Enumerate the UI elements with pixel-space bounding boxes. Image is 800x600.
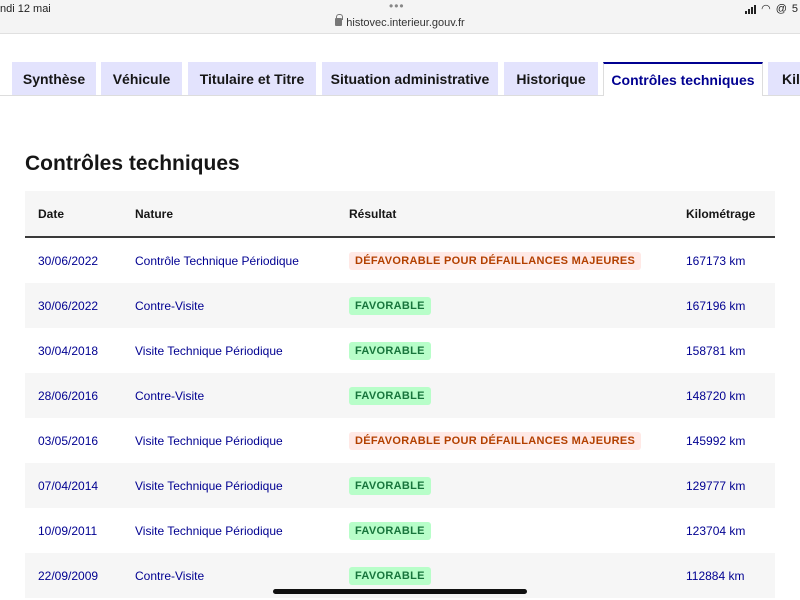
- tab-controles-techniques[interactable]: Contrôles techniques: [603, 62, 763, 96]
- status-bar: ndi 12 mai ••• histovec.interieur.gouv.f…: [0, 0, 800, 34]
- row-date: 03/05/2016: [38, 433, 99, 448]
- row-nature: Contre-Visite: [135, 388, 205, 403]
- row-km: 148720 km: [686, 388, 746, 403]
- status-badge: FAVORABLE: [349, 386, 431, 405]
- row-nature: Contrôle Technique Périodique: [135, 253, 299, 268]
- address-url: histovec.interieur.gouv.fr: [346, 17, 465, 29]
- tab-situation-administrative[interactable]: Situation administrative: [322, 62, 498, 95]
- home-indicator[interactable]: [273, 589, 527, 594]
- header-km: Kilométrage: [686, 206, 756, 221]
- table-row: 03/05/2016 Visite Technique Périodique D…: [25, 418, 775, 463]
- row-result: FAVORABLE: [349, 508, 431, 553]
- status-badge: FAVORABLE: [349, 296, 431, 315]
- table-row: 30/06/2022 Contre-Visite FAVORABLE 16719…: [25, 283, 775, 328]
- row-km: 158781 km: [686, 343, 746, 358]
- status-date: ndi 12 mai: [0, 3, 51, 15]
- row-nature: Visite Technique Périodique: [135, 478, 283, 493]
- header-result: Résultat: [349, 206, 397, 221]
- battery-text: 5: [791, 2, 798, 15]
- row-km: 145992 km: [686, 433, 746, 448]
- tab-kilometrage[interactable]: Kilo: [768, 62, 800, 95]
- tab-overview-dots[interactable]: •••: [389, 0, 405, 13]
- row-nature: Visite Technique Périodique: [135, 523, 283, 538]
- row-result: FAVORABLE: [349, 283, 431, 328]
- status-badge: FAVORABLE: [349, 476, 431, 495]
- table-row: 10/09/2011 Visite Technique Périodique F…: [25, 508, 775, 553]
- status-badge: FAVORABLE: [349, 521, 431, 540]
- tab-historique[interactable]: Historique: [504, 62, 598, 95]
- status-indicators: ◠ @ 5: [745, 2, 798, 15]
- row-result: FAVORABLE: [349, 463, 431, 508]
- wifi-icon: ◠: [761, 3, 771, 15]
- row-date: 22/09/2009: [38, 568, 99, 583]
- page-title: Contrôles techniques: [25, 152, 240, 175]
- row-nature: Visite Technique Périodique: [135, 433, 283, 448]
- address-bar[interactable]: histovec.interieur.gouv.fr: [0, 14, 800, 29]
- lock-icon: [335, 14, 344, 26]
- row-km: 112884 km: [686, 568, 745, 583]
- row-km: 167173 km: [686, 253, 746, 268]
- row-km: 123704 km: [686, 523, 746, 538]
- tab-vehicule[interactable]: Véhicule: [101, 62, 182, 95]
- table-row: 07/04/2014 Visite Technique Périodique F…: [25, 463, 775, 508]
- inspections-table: Date Nature Résultat Kilométrage 30/06/2…: [25, 191, 775, 598]
- row-date: 07/04/2014: [38, 478, 99, 493]
- table-row: 28/06/2016 Contre-Visite FAVORABLE 14872…: [25, 373, 775, 418]
- row-date: 28/06/2016: [38, 388, 99, 403]
- tab-bar: Synthèse Véhicule Titulaire et Titre Sit…: [0, 62, 800, 96]
- tab-titulaire-titre[interactable]: Titulaire et Titre: [188, 62, 316, 95]
- table-row: 30/04/2018 Visite Technique Périodique F…: [25, 328, 775, 373]
- status-badge: FAVORABLE: [349, 566, 431, 585]
- row-result: FAVORABLE: [349, 328, 431, 373]
- row-nature: Contre-Visite: [135, 568, 205, 583]
- row-result: DÉFAVORABLE POUR DÉFAILLANCES MAJEURES: [349, 238, 642, 283]
- status-badge: FAVORABLE: [349, 341, 431, 360]
- status-badge: DÉFAVORABLE POUR DÉFAILLANCES MAJEURES: [349, 251, 642, 270]
- page-content: Synthèse Véhicule Titulaire et Titre Sit…: [0, 35, 800, 600]
- header-nature: Nature: [135, 206, 174, 221]
- header-date: Date: [38, 206, 65, 221]
- row-nature: Visite Technique Périodique: [135, 343, 283, 358]
- at-icon: @: [775, 2, 787, 15]
- row-date: 30/06/2022: [38, 253, 99, 268]
- row-result: DÉFAVORABLE POUR DÉFAILLANCES MAJEURES: [349, 418, 642, 463]
- table-row: 30/06/2022 Contrôle Technique Périodique…: [25, 238, 775, 283]
- row-date: 30/06/2022: [38, 298, 99, 313]
- row-date: 10/09/2011: [38, 523, 98, 538]
- row-km: 167196 km: [686, 298, 746, 313]
- table-header: Date Nature Résultat Kilométrage: [25, 191, 775, 238]
- tab-synthese[interactable]: Synthèse: [12, 62, 96, 95]
- row-date: 30/04/2018: [38, 343, 99, 358]
- signal-icon: [745, 4, 757, 14]
- status-badge: DÉFAVORABLE POUR DÉFAILLANCES MAJEURES: [349, 431, 642, 450]
- row-result: FAVORABLE: [349, 373, 431, 418]
- row-nature: Contre-Visite: [135, 298, 205, 313]
- row-km: 129777 km: [686, 478, 746, 493]
